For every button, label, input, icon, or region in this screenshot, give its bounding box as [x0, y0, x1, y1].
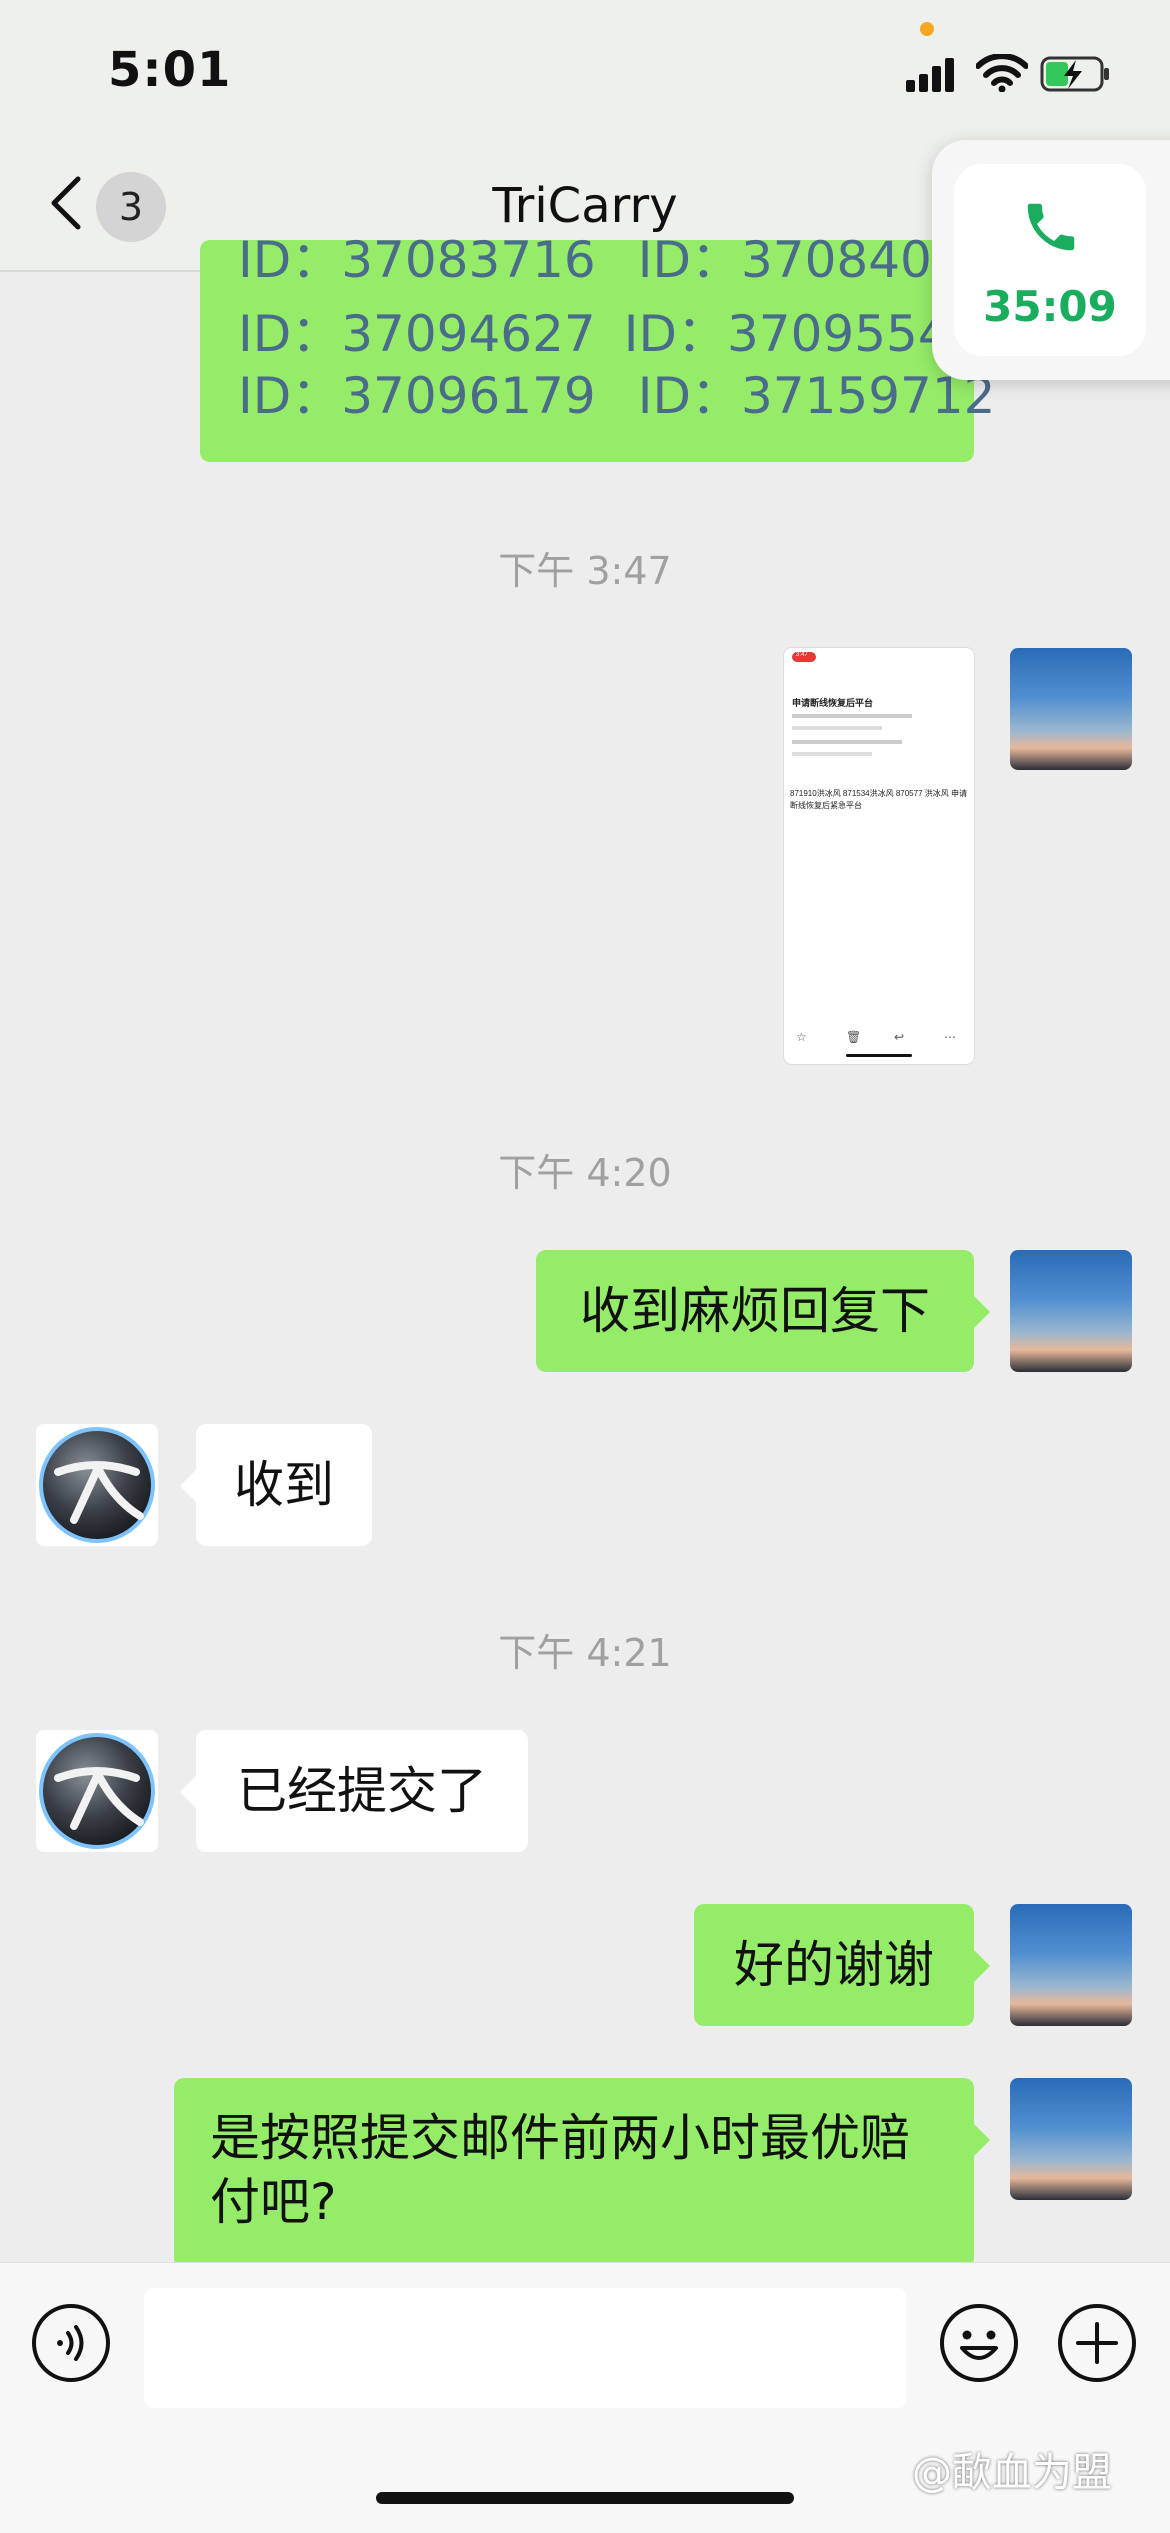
message-text: 是按照提交邮件前两小时最优赔付吧? — [210, 2109, 910, 2231]
cellular-signal-icon — [906, 58, 958, 92]
thumb-line — [792, 714, 912, 718]
my-avatar[interactable] — [1010, 1250, 1132, 1372]
star-icon: ☆ — [796, 1030, 807, 1044]
received-message[interactable]: 已经提交了 — [180, 1730, 528, 1852]
thumb-subject: 申请断线恢复后平台 — [792, 698, 874, 708]
timestamp: 下午 4:20 — [498, 1151, 672, 1195]
sent-message[interactable]: 是按照提交邮件前两小时最优赔付吧? — [174, 2078, 990, 2268]
id-item: ID：37095542 — [623, 305, 982, 363]
message-input[interactable] — [144, 2288, 906, 2408]
trash-icon: 🗑 — [846, 1030, 862, 1044]
id-item: ID：37096179 — [238, 367, 596, 425]
phone-icon — [1027, 203, 1075, 251]
message-text: 收到麻烦回复下 — [580, 1282, 930, 1340]
thumb-line — [792, 752, 872, 756]
message-text: 已经提交了 — [237, 1762, 487, 1820]
timestamp: 下午 4:21 — [498, 1631, 672, 1675]
watermark: @歃血为盟 — [912, 2450, 1112, 2496]
message-text: 收到 — [234, 1456, 334, 1514]
id-row-1: ID：37083716 ID：37084012 — [238, 228, 996, 292]
thumb-body: 871910洪冰风 871534洪冰风 870577 洪冰风 申请断线恢复后紧急… — [790, 789, 967, 810]
call-duration: 35:09 — [983, 282, 1117, 331]
my-avatar[interactable] — [1010, 1904, 1132, 2026]
thumb-home-indicator — [846, 1054, 912, 1057]
wifi-icon — [976, 54, 1028, 92]
my-avatar[interactable] — [1010, 648, 1132, 770]
battery-charging-icon — [1040, 56, 1109, 92]
sent-message[interactable]: 收到麻烦回复下 — [536, 1250, 990, 1372]
message-text: 好的谢谢 — [734, 1936, 934, 1994]
sent-message[interactable]: 好的谢谢 — [694, 1904, 990, 2026]
received-message[interactable]: 收到 — [180, 1424, 372, 1546]
id-item: ID：37094627 — [238, 305, 596, 363]
id-row-2: ID：37094627 ID：37095542 — [238, 302, 982, 366]
home-indicator[interactable] — [376, 2492, 794, 2504]
contact-avatar[interactable] — [36, 1730, 158, 1852]
emoji-icon[interactable] — [938, 2302, 1020, 2384]
id-item: ID：37159712 — [637, 367, 996, 425]
more-icon: ⋯ — [944, 1030, 956, 1044]
id-row-3: ID：37096179 ID：37159712 — [238, 364, 996, 428]
thumb-line — [792, 740, 902, 744]
thumb-status-time: 3:47 — [796, 652, 808, 658]
privacy-indicator — [920, 22, 934, 36]
plus-icon[interactable] — [1056, 2302, 1138, 2384]
id-item: ID：37083716 — [238, 231, 596, 289]
contact-avatar[interactable] — [36, 1424, 158, 1546]
timestamp: 下午 3:47 — [498, 549, 672, 593]
id-list-message[interactable]: ID：37083716 ID：37084012 ID：37094627 ID：370… — [200, 231, 996, 462]
my-avatar[interactable] — [1010, 2078, 1132, 2200]
status-time: 5:01 — [108, 42, 232, 98]
thumb-line — [792, 726, 882, 730]
voice-input-icon[interactable] — [30, 2302, 112, 2384]
reply-icon: ↩ — [894, 1030, 905, 1044]
image-message[interactable]: 3:47 申请断线恢复后平台 871910洪冰风 871534洪冰风 87057… — [784, 648, 974, 1064]
